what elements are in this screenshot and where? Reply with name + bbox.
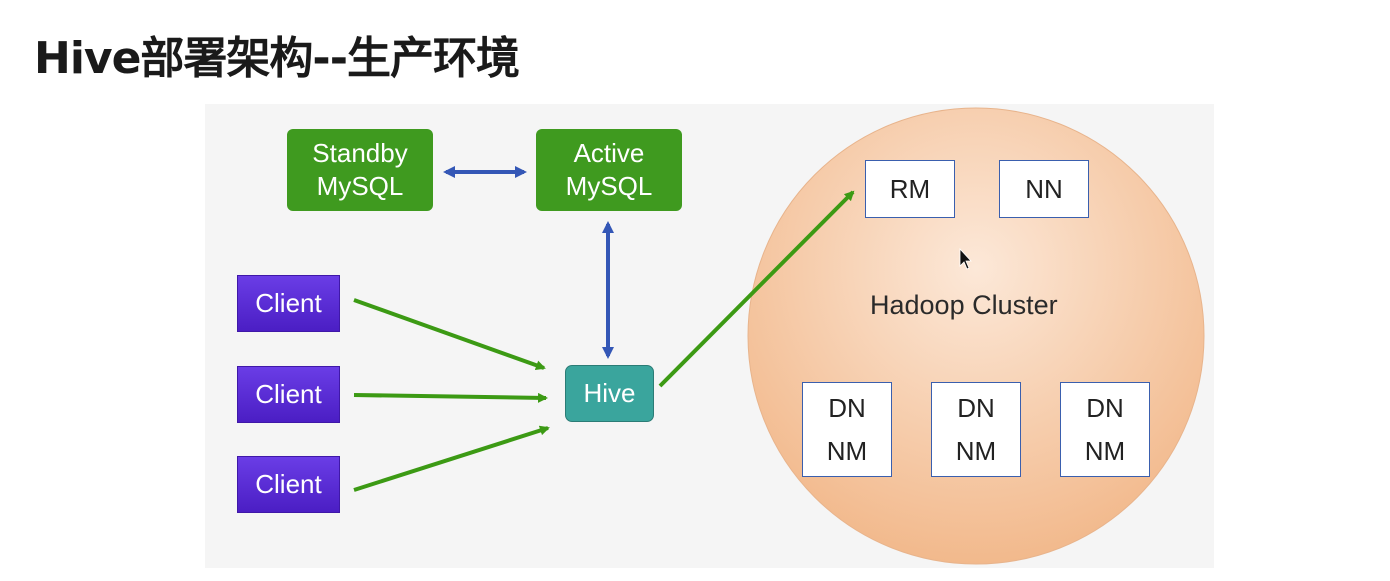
client-label: Client bbox=[255, 288, 322, 318]
dn-label: DN bbox=[957, 392, 995, 423]
diagram-canvas bbox=[353, 107, 1205, 565]
nn-node: NN bbox=[999, 160, 1089, 218]
rm-node: RM bbox=[865, 160, 955, 218]
standby-mysql-line1: Standby bbox=[312, 138, 408, 168]
dn-nm-node-1: DN NM bbox=[802, 382, 892, 477]
hadoop-cluster-label: Hadoop Cluster bbox=[870, 290, 1058, 320]
nn-label: NN bbox=[1025, 173, 1063, 204]
hive-node: Hive bbox=[565, 365, 654, 422]
nm-label: NM bbox=[826, 435, 868, 466]
hive-label: Hive bbox=[583, 378, 636, 408]
client-label: Client bbox=[255, 469, 322, 499]
nm-label: NM bbox=[1084, 435, 1126, 466]
active-mysql-node: Active MySQL bbox=[536, 129, 682, 211]
client-node-3: Client bbox=[237, 456, 340, 513]
client-3-arrow bbox=[353, 425, 550, 492]
client-node-1: Client bbox=[237, 275, 340, 332]
standby-mysql-node: Standby MySQL bbox=[287, 129, 433, 211]
client-label: Client bbox=[255, 379, 322, 409]
client-2-arrow bbox=[353, 392, 548, 403]
dn-label: DN bbox=[828, 392, 866, 423]
standby-mysql-line2: MySQL bbox=[316, 171, 404, 201]
active-mysql-line2: MySQL bbox=[565, 171, 653, 201]
active-mysql-line1: Active bbox=[573, 138, 645, 168]
dn-label: DN bbox=[1086, 392, 1124, 423]
dn-nm-node-3: DN NM bbox=[1060, 382, 1150, 477]
client-node-2: Client bbox=[237, 366, 340, 423]
nm-label: NM bbox=[955, 435, 997, 466]
hadoop-cluster-circle bbox=[747, 107, 1205, 565]
client-1-arrow bbox=[353, 298, 546, 371]
rm-label: RM bbox=[889, 173, 931, 204]
dn-nm-node-2: DN NM bbox=[931, 382, 1021, 477]
